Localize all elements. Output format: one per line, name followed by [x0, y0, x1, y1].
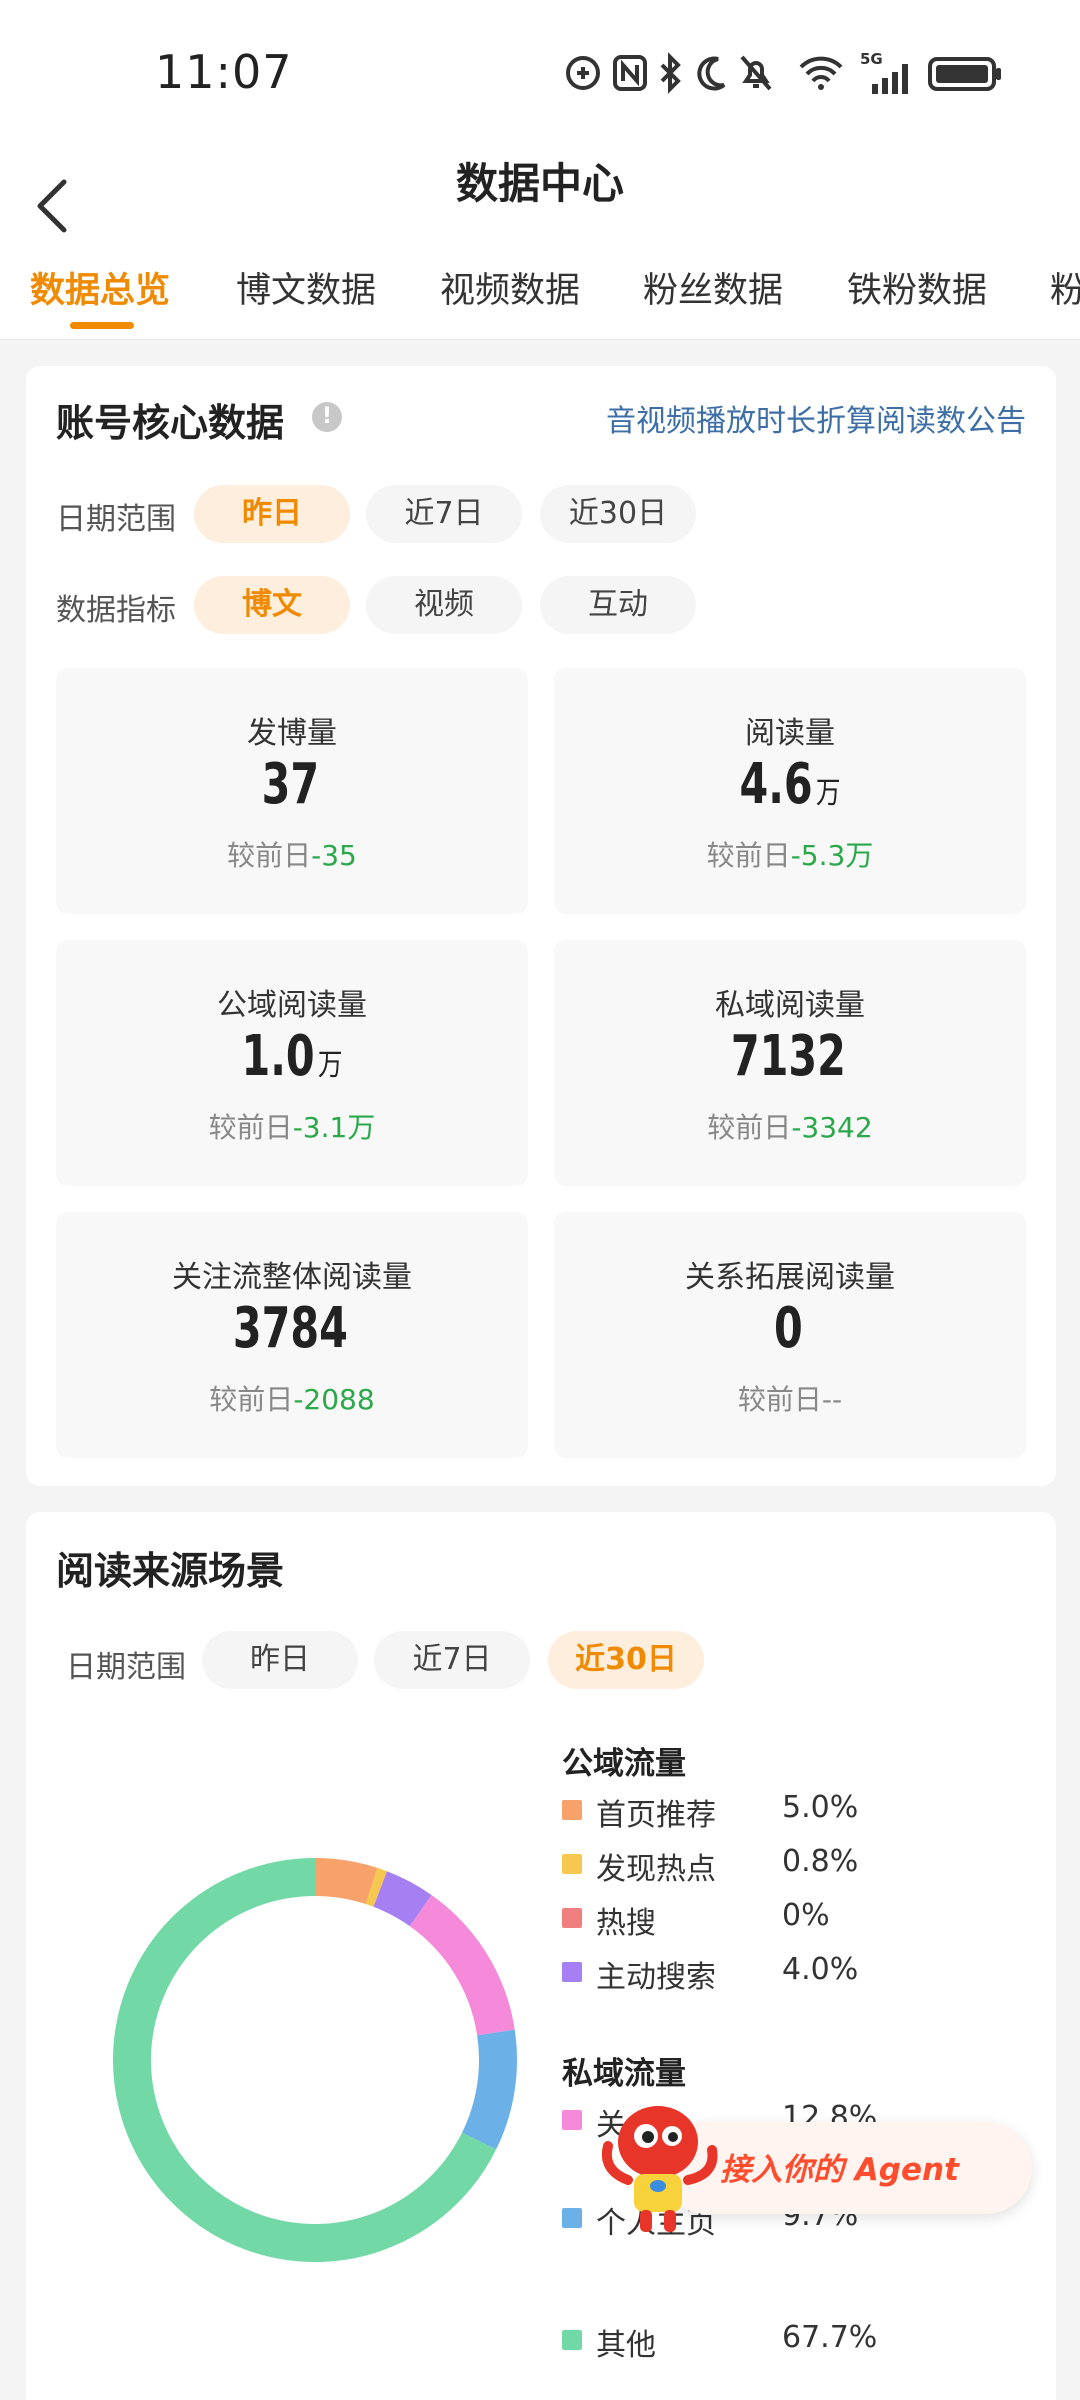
date-7d-pill[interactable]: 近7日 [366, 485, 522, 543]
core-data-title: 账号核心数据 [56, 401, 285, 445]
read-source-card: 阅读来源场景 日期范围 昨日 近7日 近30日 公域流量 首页推荐 5.0% 发现… [26, 1512, 1056, 2400]
metric-video-pill[interactable]: 视频 [366, 576, 522, 634]
metric-card-posts[interactable]: 发博量 37 较前日-35 [56, 668, 528, 914]
status-bar: 11:07 微 信 小红书 Q ♥ 5G [0, 0, 1080, 140]
core-data-card: 账号核心数据 ! 音视频播放时长折算阅读数公告 日期范围 昨日 近7日 近30日… [26, 366, 1056, 1486]
tab-iron-fans-data[interactable]: 铁粉数据 [847, 262, 987, 313]
donut-slice [365, 1867, 387, 1907]
legend-swatch [562, 1962, 582, 1982]
notice-link[interactable]: 音视频播放时长折算阅读数公告 [606, 396, 1026, 440]
metric-value: 3784 [232, 1296, 348, 1361]
legend-private-heading: 私域流量 [562, 2056, 686, 2092]
tab-more[interactable]: 粉 [1050, 262, 1080, 313]
qq-icon: Q [446, 66, 458, 81]
signal-5g-icon: 5G [860, 50, 916, 94]
tab-fans-data[interactable]: 粉丝数据 [643, 262, 783, 313]
metric-value: 37 [261, 752, 320, 817]
info-icon[interactable]: ! [312, 402, 342, 432]
tab-overview[interactable]: 数据总览 [30, 262, 170, 313]
metric-label: 发博量 [247, 716, 337, 751]
legend-swatch [562, 1800, 582, 1820]
donut-slice [409, 1895, 515, 2036]
metric-label: 关系拓展阅读量 [685, 1260, 895, 1295]
metric-label: 公域阅读量 [217, 988, 367, 1023]
metric-compare: 较前日-3342 [707, 1111, 873, 1144]
metric-label: 私域阅读量 [715, 988, 865, 1023]
legend-swatch [562, 2208, 582, 2228]
metric-label: 关注流整体阅读量 [172, 1260, 412, 1295]
tab-video-data[interactable]: 视频数据 [440, 262, 580, 313]
metric-value: 1.0 万 [241, 1024, 343, 1089]
data-saver-icon [566, 56, 600, 90]
donut-slice [314, 1858, 378, 1905]
source-date-30d-pill[interactable]: 近30日 [548, 1631, 704, 1689]
legend-swatch [562, 2330, 582, 2350]
legend-public-heading: 公域流量 [562, 1746, 686, 1782]
donut-slice [373, 1871, 432, 1927]
metric-compare: 较前日-3.1万 [208, 1111, 376, 1144]
xiaohongshu-icon: 小红书 [383, 67, 417, 80]
metric-interaction-pill[interactable]: 互动 [540, 576, 696, 634]
date-yesterday-pill[interactable]: 昨日 [194, 485, 350, 543]
source-date-yesterday-pill[interactable]: 昨日 [202, 1631, 358, 1689]
tab-post-data[interactable]: 博文数据 [236, 262, 376, 313]
source-donut-chart [113, 1858, 517, 2262]
donut-slice [461, 2029, 517, 2150]
agent-banner-text: 接入你的 Agent [720, 2152, 959, 2188]
metric-label: 阅读量 [745, 716, 835, 751]
metric-compare: 较前日-- [737, 1383, 843, 1416]
metric-compare: 较前日-35 [227, 839, 357, 872]
metric-card-follow-feed-reads[interactable]: 关注流整体阅读量 3784 较前日-2088 [56, 1212, 528, 1458]
metric-type-label: 数据指标 [56, 593, 176, 628]
source-date-7d-pill[interactable]: 近7日 [374, 1631, 530, 1689]
metric-card-public-reads[interactable]: 公域阅读量 1.0 万 较前日-3.1万 [56, 940, 528, 1186]
legend-swatch [562, 2110, 582, 2130]
weibo-icon: 微 [290, 66, 304, 81]
wifi-icon [799, 56, 843, 90]
metric-value: 7132 [730, 1024, 846, 1089]
mascot-icon[interactable] [588, 2090, 728, 2240]
date-30d-pill[interactable]: 近30日 [540, 485, 696, 543]
wechat-icon: 信 [341, 66, 355, 81]
tab-active-indicator [70, 322, 134, 329]
bluetooth-icon [660, 52, 681, 94]
legend-swatch [562, 1854, 582, 1874]
page-title: 数据中心 [455, 159, 624, 208]
date-range-label: 日期范围 [56, 502, 176, 537]
legend-swatch [562, 1908, 582, 1928]
read-source-title: 阅读来源场景 [56, 1549, 285, 1593]
metric-value: 4.6 万 [739, 752, 841, 817]
metric-card-private-reads[interactable]: 私域阅读量 7132 较前日-3342 [554, 940, 1026, 1186]
metric-card-relation-reads[interactable]: 关系拓展阅读量 0 较前日-- [554, 1212, 1026, 1458]
status-time: 11:07 [155, 45, 293, 99]
metric-card-reads[interactable]: 阅读量 4.6 万 较前日-5.3万 [554, 668, 1026, 914]
nfc-icon [613, 55, 647, 91]
taobao-heart-icon: ♥ [498, 66, 510, 81]
metric-value: 0 [773, 1296, 803, 1361]
tab-bar: 数据总览 博文数据 视频数据 粉丝数据 铁粉数据 粉 [0, 250, 1080, 340]
metric-compare: 较前日-5.3万 [706, 839, 874, 872]
source-date-range-label: 日期范围 [66, 1650, 186, 1685]
moon-icon [697, 56, 726, 91]
metric-post-pill[interactable]: 博文 [194, 576, 350, 634]
mute-icon [740, 55, 772, 91]
battery-icon [928, 57, 1001, 91]
metric-compare: 较前日-2088 [209, 1383, 375, 1416]
